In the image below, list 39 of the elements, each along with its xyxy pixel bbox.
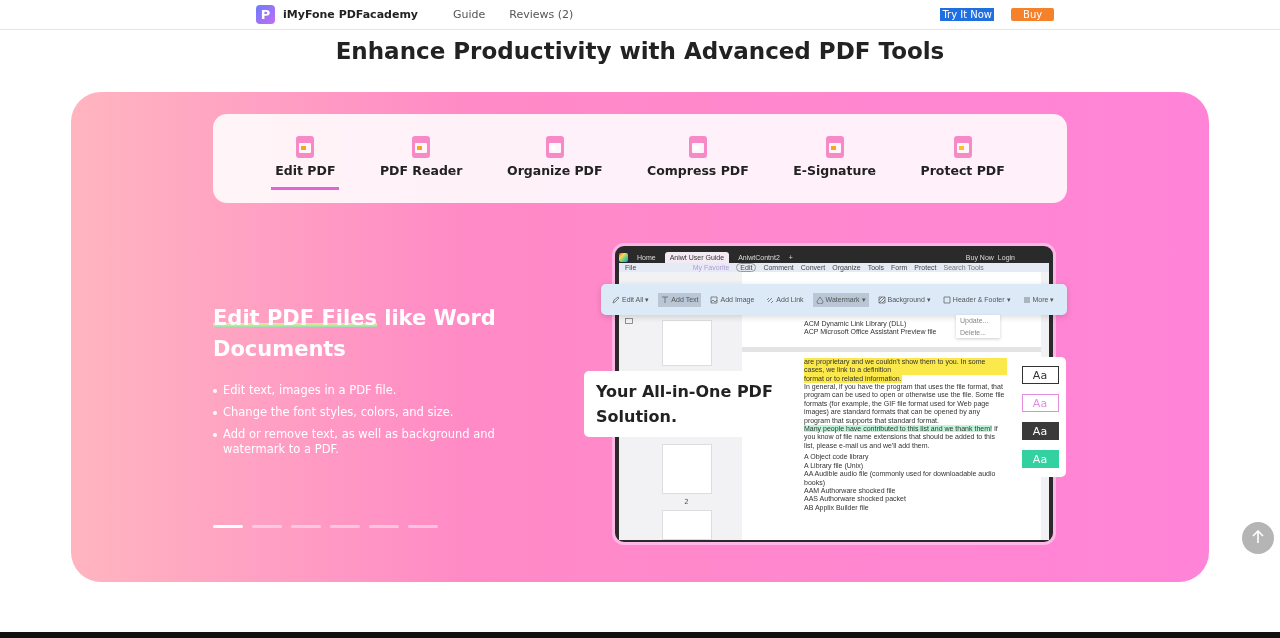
- bullet-text: Change the font styles, colors, and size.: [223, 405, 454, 420]
- pattern-icon: [877, 295, 886, 304]
- feature-tab[interactable]: Edit PDF: [271, 134, 340, 190]
- slide-indicator[interactable]: [291, 525, 321, 528]
- bullet-dot: [213, 433, 217, 437]
- pencil-icon: [612, 295, 620, 304]
- page-thumbnail[interactable]: [661, 320, 712, 366]
- comment-icon: [625, 318, 633, 325]
- link-icon: [766, 295, 775, 304]
- nav-link[interactable]: Reviews (2): [509, 8, 574, 21]
- page-thumbnail[interactable]: [661, 510, 712, 540]
- feature-tab[interactable]: Organize PDF: [503, 134, 607, 190]
- feature-tab[interactable]: Compress PDF: [643, 134, 753, 190]
- slide-indicator[interactable]: [408, 525, 438, 528]
- font-style-swatch[interactable]: Aa: [1021, 366, 1059, 384]
- text-icon: [661, 295, 670, 304]
- page-thumbnail[interactable]: [661, 444, 712, 494]
- bullet-text: Add or remove text, as well as background and watermark to a PDF.: [223, 427, 496, 457]
- bullet-dot: [213, 389, 217, 393]
- font-style-swatch[interactable]: Aa: [1021, 422, 1059, 440]
- scroll-top-button[interactable]: [1242, 522, 1274, 554]
- bullet-dot: [213, 411, 217, 415]
- droplet-icon: [815, 295, 824, 304]
- app-icon: [619, 253, 628, 262]
- try-it-now-button[interactable]: Try It Now: [940, 8, 995, 21]
- image-icon: [710, 295, 719, 304]
- up-arrow-icon: [1252, 529, 1264, 544]
- slide-indicator[interactable]: [213, 525, 243, 528]
- slide-indicator[interactable]: [330, 525, 360, 528]
- bullet-text: Edit text, images in a PDF file.: [223, 383, 397, 398]
- feature-tab[interactable]: Protect PDF: [916, 134, 1009, 190]
- nav-link[interactable]: Guide: [453, 8, 486, 21]
- feature-tab[interactable]: PDF Reader: [375, 134, 467, 190]
- brand-name: iMyFone PDFacademy: [283, 8, 420, 21]
- section-heading: Enhance Productivity with Advanced PDF Tools: [335, 38, 945, 64]
- slide-indicator[interactable]: [252, 525, 282, 528]
- feature-tab[interactable]: E-Signature: [789, 134, 881, 190]
- slide-indicator[interactable]: [369, 525, 399, 528]
- callout-text: Your All-in-One PDF Solution.: [596, 381, 774, 428]
